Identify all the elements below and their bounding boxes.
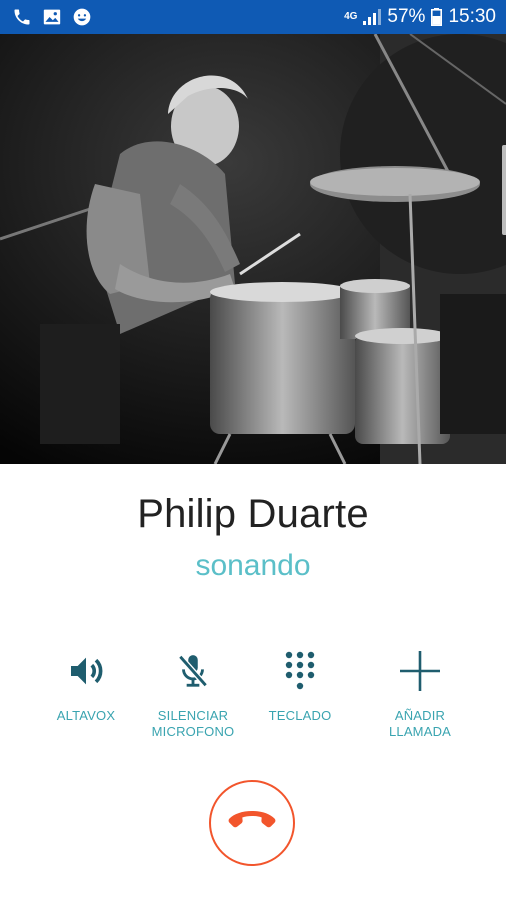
- phone-icon: [12, 7, 32, 27]
- speaker-label: ALTAVOX: [56, 708, 116, 723]
- notification-icons: [12, 7, 92, 27]
- dialpad-button[interactable]: TECLADO: [245, 648, 355, 724]
- end-call-button[interactable]: [209, 780, 295, 866]
- call-actions: ALTAVOX SILENCIAR MICROFONO TECLADO AÑAD…: [0, 648, 506, 748]
- mute-label: SILENCIAR MICROFONO: [151, 708, 235, 739]
- network-type: 4G: [344, 11, 358, 22]
- dialpad-label: TECLADO: [268, 708, 332, 723]
- clock: 15:30: [448, 6, 496, 27]
- edge-panel-handle[interactable]: [502, 145, 506, 235]
- battery-icon: [431, 8, 443, 26]
- add-icon: [398, 648, 442, 694]
- add-call-button[interactable]: AÑADIR LLAMADA: [365, 648, 475, 740]
- mute-button[interactable]: SILENCIAR MICROFONO: [138, 648, 248, 740]
- add-call-label: AÑADIR LLAMADA: [388, 708, 452, 739]
- smiley-icon: [72, 7, 92, 27]
- call-status: sonando: [195, 549, 311, 582]
- contact-photo: [0, 34, 506, 464]
- system-status: 4G 57% 15:30: [344, 6, 496, 28]
- battery-percent: 57%: [387, 6, 426, 27]
- end-call-icon: [227, 808, 277, 839]
- status-bar: 4G 57% 15:30: [0, 0, 506, 34]
- contact-name: Philip Duarte: [137, 492, 369, 536]
- speaker-icon: [66, 648, 106, 694]
- dialpad-icon: [283, 648, 317, 694]
- mic-off-icon: [174, 648, 212, 694]
- signal-icon: [363, 9, 382, 25]
- image-icon: [42, 8, 62, 26]
- speaker-button[interactable]: ALTAVOX: [31, 648, 141, 724]
